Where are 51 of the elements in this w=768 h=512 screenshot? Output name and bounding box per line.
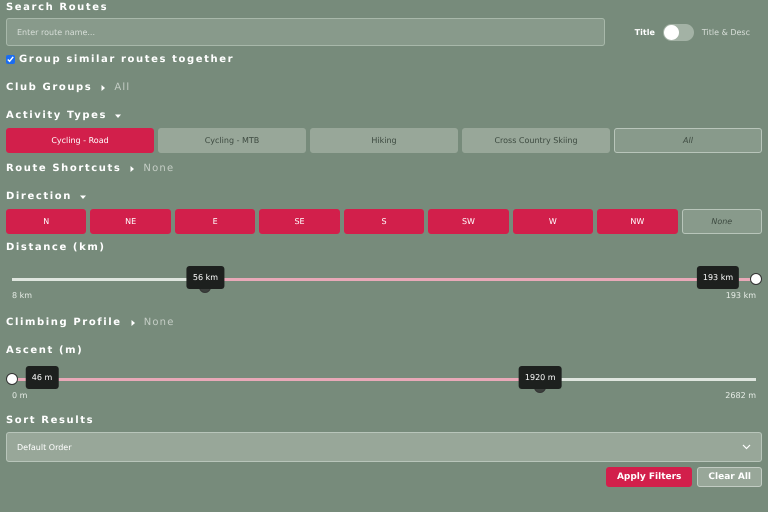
checkbox[interactable] [6,55,15,64]
slider-thumb[interactable] [750,273,762,285]
filter-option-button[interactable]: SE [259,209,340,234]
caret-icon [115,112,122,118]
value-tooltip: 193 km [696,266,740,289]
section-value: None [144,317,175,328]
section-value: All [114,82,130,93]
clear-button[interactable]: Clear All [697,467,762,487]
chevron-down-icon [742,444,751,450]
filter-option-button[interactable]: Cross Country Skiing [462,128,610,153]
search-field[interactable]: Enter route name... [6,18,605,46]
section-value: None [143,163,174,174]
slider-max-label: 193 km [726,291,756,300]
select-all-button[interactable]: None [682,209,762,234]
section-heading: Sort Results [6,415,94,426]
caret-icon [129,166,136,172]
value-tooltip: 56 km [186,266,224,289]
section-heading: Ascent (m) [6,345,84,356]
apply-button[interactable]: Apply Filters [606,467,692,487]
filter-option-button[interactable]: Cycling - MTB [158,128,306,153]
slider-min-label: 0 m [12,391,28,400]
section-heading[interactable]: Activity Types [6,110,108,121]
sort-select[interactable]: Default Order [6,432,762,462]
filter-option-button[interactable]: NW [597,209,678,234]
filter-option-button[interactable]: Cycling - Road [6,128,154,153]
value-tooltip: 46 m [26,366,58,389]
filter-option-button[interactable]: N [6,209,86,234]
section-heading[interactable]: Direction [6,191,72,202]
slider-max-label: 2682 m [725,391,756,400]
filter-option-button[interactable]: Hiking [310,128,458,153]
toggle-label: Title [634,28,655,36]
section-heading[interactable]: Route Shortcuts [6,163,122,174]
filter-option-button[interactable]: W [512,209,594,234]
filter-option-button[interactable]: SW [428,209,509,234]
caret-icon [130,320,136,326]
section-heading[interactable]: Climbing Profile [6,317,122,328]
checkbox-label: Group similar routes together [19,54,234,65]
toggle-switch[interactable] [662,24,694,40]
filter-option-button[interactable]: NE [90,209,171,234]
slider-min-label: 8 km [12,291,32,300]
caret-icon [80,194,86,200]
filter-option-button[interactable]: S [344,209,424,234]
toggle-label: Title & Desc [702,28,750,36]
slider-thumb[interactable] [6,373,18,385]
section-heading: Distance (km) [6,242,106,253]
value-tooltip: 1920 m [518,366,562,389]
select-all-button[interactable]: All [614,128,762,153]
caret-icon [100,84,106,90]
filter-option-button[interactable]: E [174,209,256,234]
section-heading: Search Routes [6,2,108,13]
section-heading[interactable]: Club Groups [6,82,92,93]
